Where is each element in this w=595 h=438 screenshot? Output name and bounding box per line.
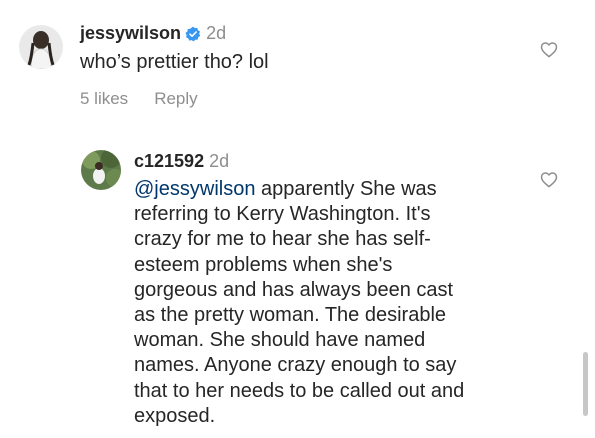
heart-outline-icon[interactable] [540, 41, 558, 63]
comment-text: @jessywilson apparently She was referrin… [134, 177, 464, 429]
comment-line: as the pretty woman. The desirable [134, 304, 447, 327]
comment-header: c121592 2d [134, 150, 229, 172]
comment-line: that to her needs to be called out and [134, 379, 465, 402]
comment-header: jessywilson 2d [80, 22, 226, 47]
avatar[interactable] [81, 150, 121, 190]
comment-c121592: c121592 2d @jessywilson apparently She w… [0, 130, 595, 438]
username[interactable]: jessywilson [80, 23, 181, 43]
comment-text: who’s prettier tho? lol [80, 51, 269, 73]
comment-line: woman. She should have named [134, 329, 426, 352]
timestamp: 2d [206, 23, 227, 43]
mention-link[interactable]: @jessywilson [134, 178, 255, 200]
comment-line: exposed. [134, 404, 216, 427]
comment-line: names. Anyone crazy enough to say [134, 354, 457, 377]
verified-badge-icon [185, 25, 201, 47]
timestamp: 2d [209, 151, 230, 171]
comment-line: @jessywilson apparently She was [134, 178, 437, 200]
comment-actions: 5 likes Reply [80, 89, 224, 109]
avatar[interactable] [19, 25, 63, 69]
comment-jessywilson: jessywilson 2d who’s prettier tho? lol 5 … [0, 0, 595, 130]
likes-count[interactable]: 5 likes [80, 89, 128, 108]
comment-line: crazy for me to hear she has self- [134, 228, 431, 251]
reply-button[interactable]: Reply [154, 89, 197, 108]
username[interactable]: c121592 [134, 151, 204, 171]
comment-line: esteem problems when she's [134, 253, 393, 276]
comment-line: referring to Kerry Washington. It's [134, 203, 431, 226]
heart-outline-icon[interactable] [540, 171, 558, 193]
scrollbar[interactable] [583, 352, 588, 416]
comment-line: gorgeous and has always been cast [134, 278, 454, 301]
